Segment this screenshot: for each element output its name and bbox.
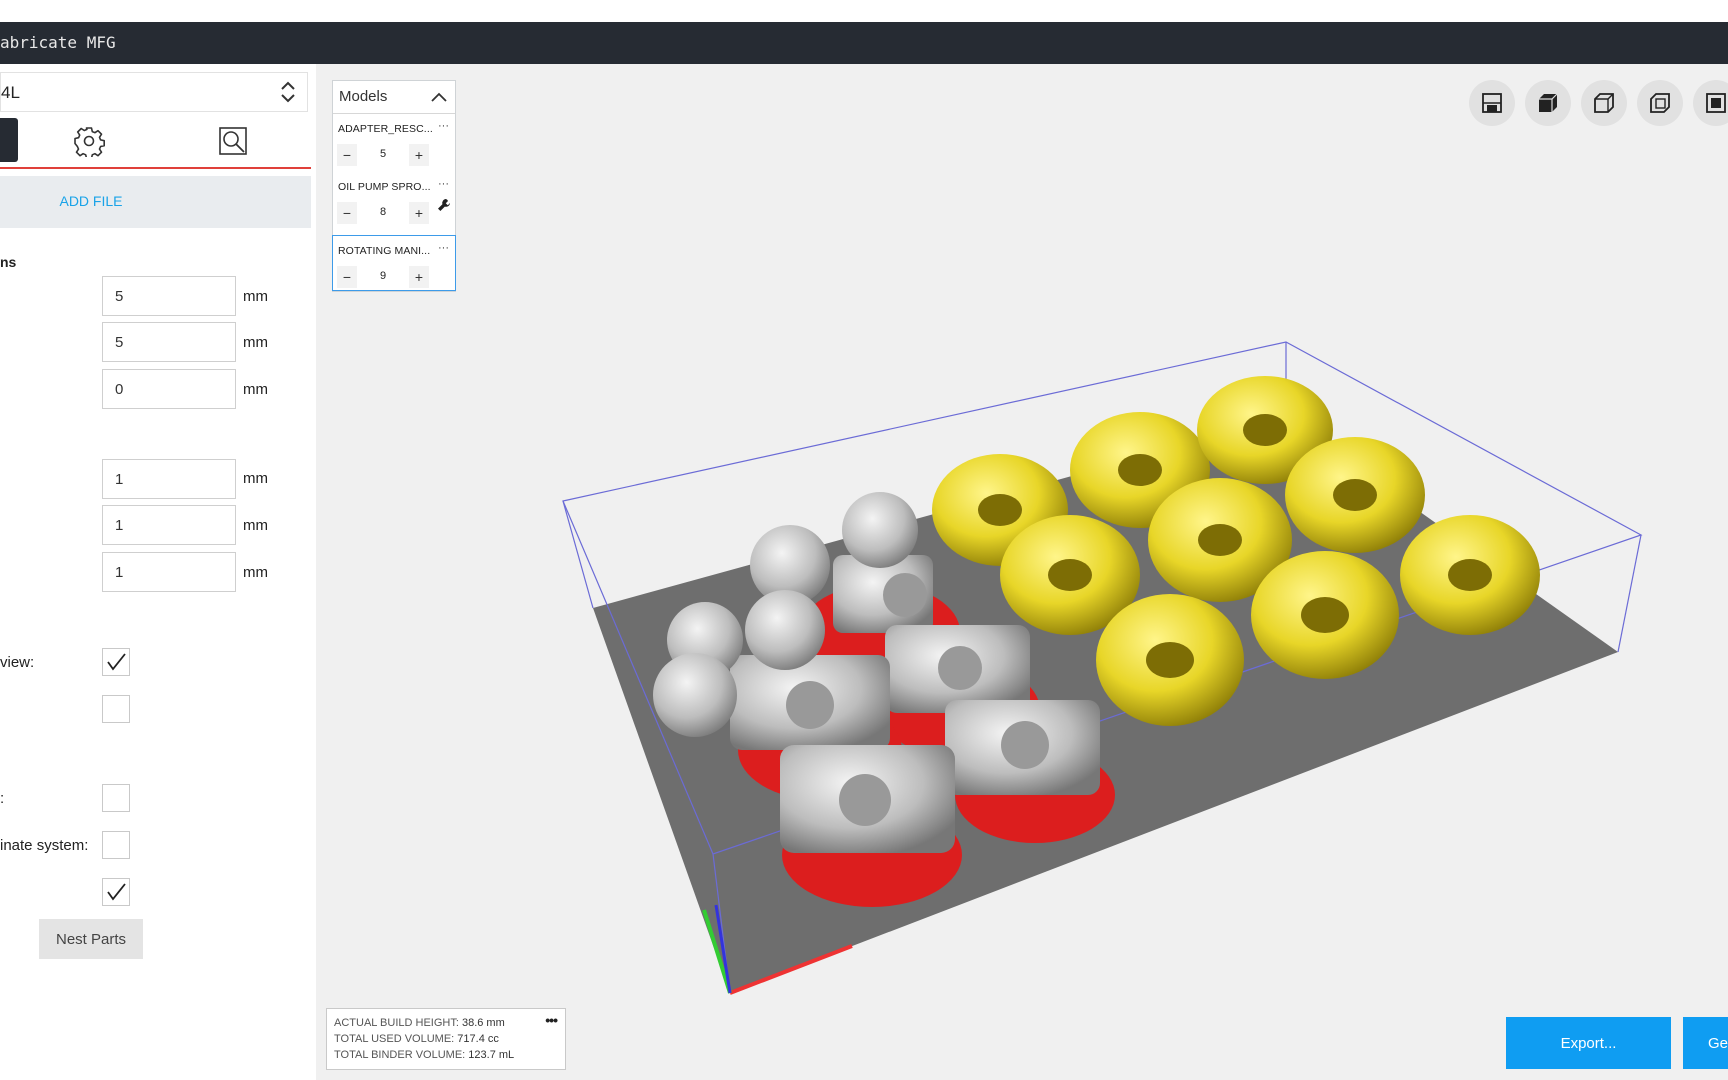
top-view-icon [1706, 93, 1726, 113]
spacing-input-1[interactable] [113, 277, 227, 315]
unit-label: mm [243, 470, 268, 487]
decrement-button[interactable]: − [337, 144, 357, 166]
tab-settings[interactable] [70, 124, 110, 158]
spacing-field-1[interactable] [102, 276, 236, 316]
front-view-icon [1482, 93, 1502, 113]
more-icon[interactable]: ••• [545, 1012, 558, 1028]
unit-label: mm [243, 381, 268, 398]
view-back-button[interactable] [1637, 80, 1683, 126]
stat-row: TOTAL USED VOLUME: 717.4 cc [334, 1033, 499, 1045]
option-label-3: : [0, 790, 5, 807]
option-checkbox-4[interactable] [102, 831, 130, 859]
option-label-4: inate system: [0, 837, 89, 854]
view-front-button[interactable] [1469, 80, 1515, 126]
decrement-button[interactable]: − [337, 202, 357, 224]
model-name: ROTATING MANI... [338, 245, 431, 257]
margin-field-3[interactable] [102, 552, 236, 592]
more-icon[interactable]: ··· [438, 178, 449, 190]
magnify-icon [219, 127, 247, 155]
model-item[interactable]: ADAPTER_RESC... ··· − 5 + [333, 114, 455, 170]
stat-value: 123.7 mL [468, 1049, 515, 1061]
margin-field-1[interactable] [102, 459, 236, 499]
view-side-button[interactable] [1581, 80, 1627, 126]
quantity-stepper: − 9 + [337, 266, 429, 288]
app-title: abricate MFG [0, 33, 116, 52]
add-file-button[interactable]: ADD FILE [0, 176, 311, 228]
stat-value: 717.4 cc [457, 1033, 499, 1045]
increment-button[interactable]: + [409, 202, 429, 224]
models-panel-header[interactable]: Models [333, 81, 455, 114]
stat-key: ACTUAL BUILD HEIGHT: [334, 1017, 459, 1029]
increment-button[interactable]: + [409, 144, 429, 166]
unit-label: mm [243, 334, 268, 351]
top-strip [0, 0, 1728, 22]
quantity-stepper: − 8 + [337, 202, 429, 224]
option-checkbox-3[interactable] [102, 784, 130, 812]
margin-input-1[interactable] [113, 460, 227, 498]
option-checkbox-1[interactable] [102, 648, 130, 676]
margin-field-2[interactable] [102, 505, 236, 545]
option-checkbox-5[interactable] [102, 878, 130, 906]
spacing-field-3[interactable] [102, 369, 236, 409]
more-icon[interactable]: ··· [438, 120, 449, 132]
tab-underline [0, 167, 311, 169]
unit-label: mm [243, 564, 268, 581]
models-panel-title: Models [339, 88, 388, 105]
model-item-selected[interactable]: ROTATING MANI... ··· − 9 + [332, 235, 456, 291]
stat-value: 38.6 mm [461, 1017, 505, 1029]
stat-key: TOTAL BINDER VOLUME: [334, 1049, 466, 1061]
quantity-stepper: − 5 + [337, 144, 429, 166]
build-stats-panel: ••• ACTUAL BUILD HEIGHT: 38.6 mm TOTAL U… [326, 1008, 566, 1070]
stat-row: TOTAL BINDER VOLUME: 123.7 mL [334, 1049, 514, 1061]
generate-button[interactable]: Ge [1683, 1017, 1728, 1069]
nest-parts-button[interactable]: Nest Parts [39, 919, 143, 959]
back-view-icon [1650, 93, 1670, 113]
margin-input-3[interactable] [113, 553, 227, 591]
increment-button[interactable]: + [409, 266, 429, 288]
printer-select[interactable]: 4L [0, 72, 308, 112]
stat-row: ACTUAL BUILD HEIGHT: 38.6 mm [334, 1017, 505, 1029]
checkmark-icon [107, 883, 126, 901]
spacing-field-2[interactable] [102, 322, 236, 362]
unit-label: mm [243, 288, 268, 305]
chevron-updown-icon [281, 81, 295, 103]
side-view-icon [1594, 93, 1614, 113]
model-name: ADAPTER_RESC... [338, 123, 433, 135]
view-iso-button[interactable] [1525, 80, 1571, 126]
option-checkbox-2[interactable] [102, 695, 130, 723]
checkmark-icon [107, 653, 126, 671]
decrement-button[interactable]: − [337, 266, 357, 288]
margin-input-2[interactable] [113, 506, 227, 544]
build-scene [562, 341, 1643, 995]
quantity-value[interactable]: 5 [359, 148, 407, 160]
spacing-input-3[interactable] [113, 370, 227, 408]
tab-layout[interactable] [0, 118, 18, 162]
gear-icon [74, 127, 105, 157]
models-panel: Models ADAPTER_RESC... ··· − 5 + OIL PUM… [332, 80, 456, 292]
export-button[interactable]: Export... [1506, 1017, 1671, 1069]
tab-inspect[interactable] [214, 124, 254, 158]
unit-label: mm [243, 517, 268, 534]
3d-viewport[interactable] [316, 64, 1728, 1080]
quantity-value[interactable]: 8 [359, 206, 407, 218]
iso-view-icon [1539, 93, 1558, 112]
spacing-input-2[interactable] [113, 323, 227, 361]
model-name: OIL PUMP SPRO... [338, 181, 431, 193]
more-icon[interactable]: ··· [438, 242, 449, 254]
spacing-section-label: ns [0, 254, 17, 270]
option-label-1: view: [0, 654, 35, 671]
printer-select-value: 4L [1, 83, 20, 102]
title-bar: abricate MFG [0, 22, 1728, 64]
stat-key: TOTAL USED VOLUME: [334, 1033, 455, 1045]
chevron-up-icon[interactable] [431, 92, 447, 102]
wrench-icon[interactable] [437, 198, 451, 212]
quantity-value[interactable]: 9 [359, 270, 407, 282]
add-file-label: ADD FILE [59, 193, 123, 209]
